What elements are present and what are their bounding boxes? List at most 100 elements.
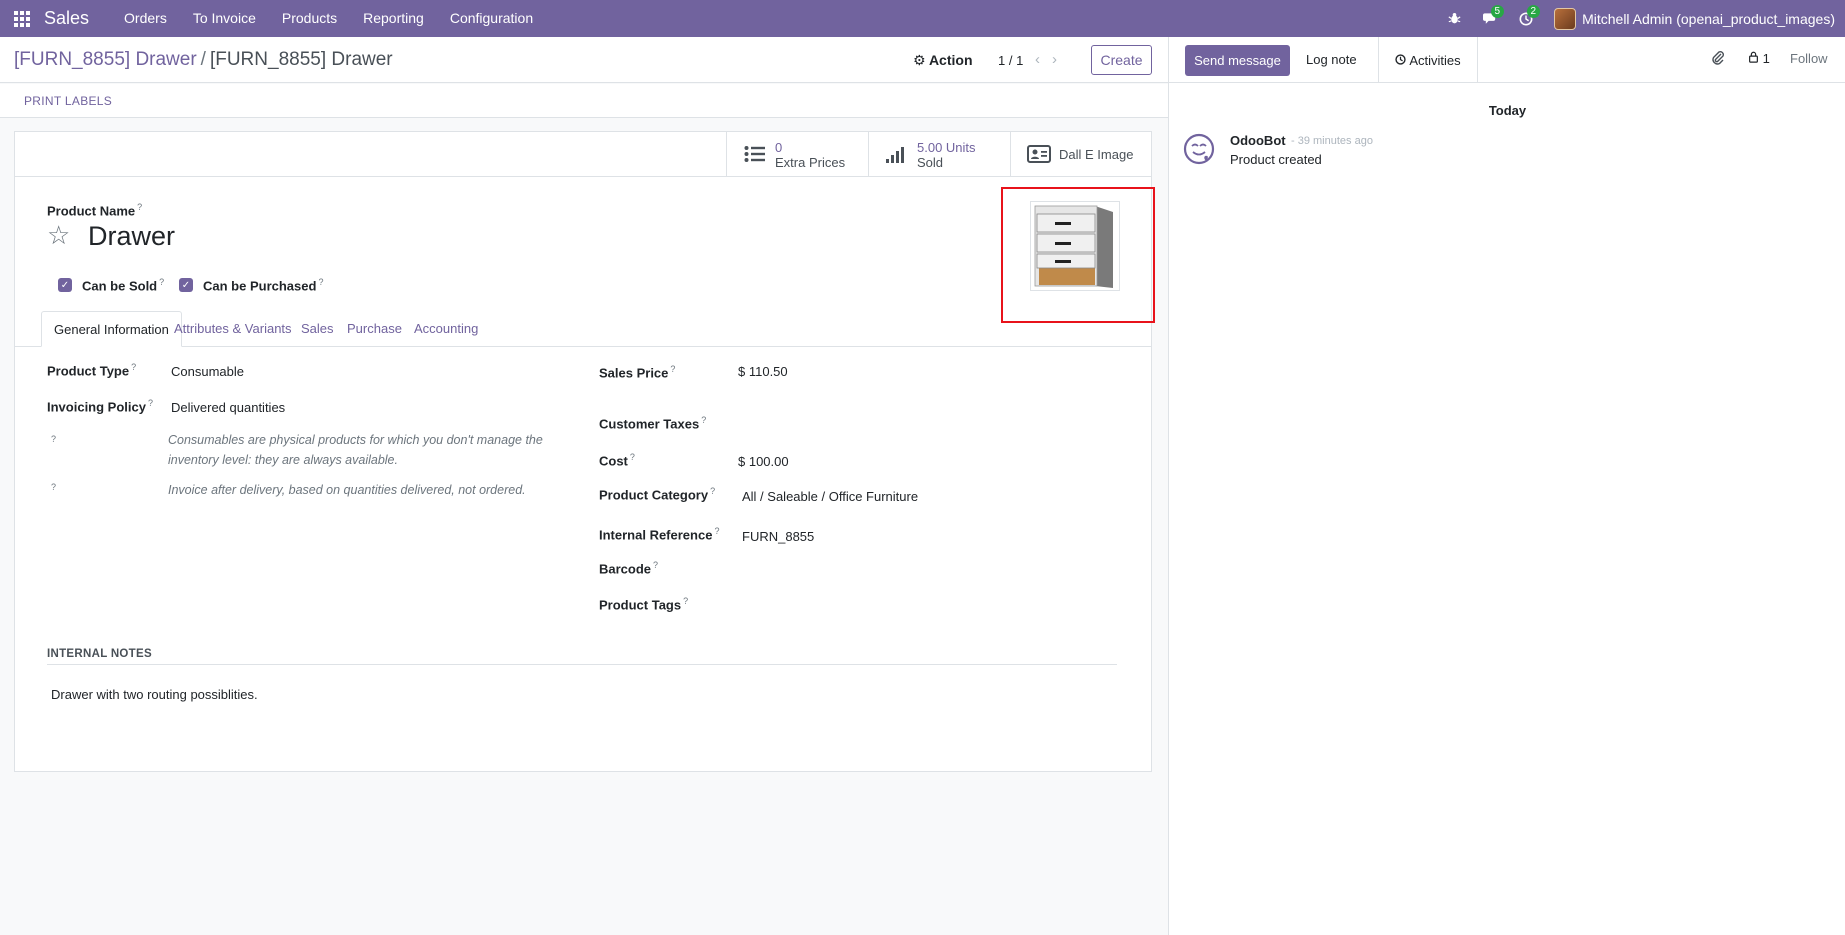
chatter-topbar: Send message Log note Activities 1 Follo… [1169, 37, 1845, 83]
list-icon [743, 145, 767, 165]
main-menu: Orders To Invoice Products Reporting Con… [111, 0, 546, 37]
help-tooltip-icon[interactable]: ? [131, 362, 136, 372]
product-name-label: Product Name? [47, 202, 142, 218]
chatter-panel: Send message Log note Activities 1 Follo… [1168, 37, 1845, 935]
notebook-tabs: General Information Attributes & Variant… [15, 311, 1151, 347]
menu-reporting[interactable]: Reporting [350, 0, 437, 37]
help-tooltip-icon[interactable]: ? [653, 560, 658, 570]
help-tooltip-icon[interactable]: ? [137, 202, 142, 212]
internal-reference-field[interactable]: FURN_8855 [742, 529, 814, 544]
help-tooltip-icon[interactable]: ? [318, 277, 323, 287]
help-tooltip-icon[interactable]: ? [683, 596, 688, 606]
apps-menu-icon[interactable] [0, 0, 44, 37]
product-name-field[interactable]: Drawer [88, 221, 175, 252]
log-note-button[interactable]: Log note [1306, 52, 1357, 67]
lock-icon [1748, 51, 1763, 66]
checkbox-checked-icon: ✓ [179, 278, 193, 293]
control-panel: [FURN_8855] Drawer / [FURN_8855] Drawer ⚙ … [0, 37, 1168, 83]
help-tooltip-icon[interactable]: ? [714, 526, 719, 536]
message-body: Product created [1230, 152, 1322, 167]
tab-attributes-variants[interactable]: Attributes & Variants [162, 311, 304, 347]
invoicing-policy-field[interactable]: Delivered quantities [171, 400, 285, 415]
internal-reference-label-text: Internal Reference [599, 527, 713, 543]
help-tooltip-icon[interactable]: ? [670, 364, 675, 374]
activities-button[interactable]: Activities [1378, 37, 1478, 83]
invoicing-policy-label: Invoicing Policy? [47, 398, 153, 414]
image-highlight-box [1001, 187, 1155, 323]
app-brand[interactable]: Sales [44, 8, 89, 29]
can-be-sold-checkbox[interactable]: ✓ Can be Sold? [58, 277, 164, 293]
smart-button-box: 0 Extra Prices 5.00 Units Sold Dall E Imag… [15, 132, 1151, 177]
help-tooltip-icon[interactable]: ? [630, 452, 635, 462]
debug-bug-icon[interactable] [1436, 0, 1472, 37]
favorite-star-icon[interactable]: ☆ [47, 222, 70, 248]
send-message-button[interactable]: Send message [1185, 45, 1290, 76]
extra-prices-button[interactable]: 0 Extra Prices [726, 132, 868, 177]
product-category-field[interactable]: All / Saleable / Office Furniture [742, 489, 918, 504]
tab-accounting[interactable]: Accounting [402, 311, 490, 347]
help-tooltip-icon[interactable]: ? [159, 277, 164, 287]
invoice-help-text: Invoice after delivery, based on quantit… [168, 483, 526, 497]
messages-icon[interactable]: 5 [1472, 0, 1508, 37]
product-category-label-text: Product Category [599, 487, 709, 503]
tab-general-information[interactable]: General Information [41, 311, 182, 347]
checkbox-checked-icon: ✓ [58, 278, 72, 293]
activities-badge: 2 [1526, 5, 1541, 18]
help-tooltip-icon[interactable]: ? [148, 398, 153, 408]
create-button[interactable]: Create [1091, 45, 1152, 75]
followers-count: 1 [1762, 51, 1770, 66]
menu-products[interactable]: Products [269, 0, 350, 37]
help-tooltip-icon[interactable]: ? [710, 486, 715, 496]
units-sold-value: 5.00 Units [917, 139, 976, 155]
chevron-right-icon[interactable]: › [1052, 51, 1057, 68]
menu-orders[interactable]: Orders [111, 0, 180, 37]
help-tooltip-icon[interactable]: ? [51, 434, 56, 444]
can-be-sold-label: Can be Sold [82, 278, 158, 294]
help-tooltip-icon[interactable]: ? [51, 482, 56, 492]
units-sold-button[interactable]: 5.00 Units Sold [868, 132, 1010, 177]
chevron-left-icon[interactable]: ‹ [1035, 51, 1040, 68]
status-bar: PRINT LABELS [0, 84, 1168, 118]
menu-configuration[interactable]: Configuration [437, 0, 546, 37]
internal-notes-field[interactable]: Drawer with two routing possiblities. [51, 687, 258, 702]
cost-label: Cost? [599, 452, 635, 468]
sales-price-label: Sales Price? [599, 364, 675, 380]
product-type-field[interactable]: Consumable [171, 364, 244, 379]
units-sold-label: Sold [917, 154, 944, 170]
product-name-label-text: Product Name [47, 203, 136, 219]
signal-bars-icon [885, 145, 909, 165]
help-tooltip-icon[interactable]: ? [701, 415, 706, 425]
paperclip-icon[interactable] [1711, 50, 1725, 70]
menu-to-invoice[interactable]: To Invoice [180, 0, 269, 37]
systray: 5 2 Mitchell Admin (openai_product_image… [1436, 0, 1845, 37]
date-separator: Today [1488, 103, 1527, 118]
product-type-label: Product Type? [47, 362, 136, 378]
dalle-image-button[interactable]: Dall E Image [1010, 132, 1151, 177]
breadcrumb: [FURN_8855] Drawer / [FURN_8855] Drawer [14, 49, 393, 71]
can-be-purchased-checkbox[interactable]: ✓ Can be Purchased? [179, 277, 323, 293]
user-name: Mitchell Admin (openai_product_images) [1582, 10, 1835, 27]
extra-prices-label: Extra Prices [775, 154, 846, 170]
top-navbar: Sales Orders To Invoice Products Reporti… [0, 0, 1845, 37]
user-menu[interactable]: Mitchell Admin (openai_product_images) [1544, 7, 1835, 30]
cost-field[interactable]: $ 100.00 [738, 454, 789, 469]
activities-clock-icon[interactable]: 2 [1508, 0, 1544, 37]
print-labels-button[interactable]: PRINT LABELS [24, 94, 112, 108]
product-tags-label: Product Tags? [599, 596, 688, 612]
gear-icon: ⚙ [913, 52, 926, 68]
id-card-icon [1027, 144, 1051, 165]
sales-price-field[interactable]: $ 110.50 [738, 364, 788, 379]
breadcrumb-parent[interactable]: [FURN_8855] Drawer [14, 49, 197, 70]
action-label: Action [928, 52, 973, 68]
clock-icon [1395, 53, 1406, 68]
follow-button[interactable]: Follow [1790, 51, 1828, 66]
form-sheet: 0 Extra Prices 5.00 Units Sold Dall E Imag… [14, 131, 1155, 772]
activities-label: Activities [1409, 52, 1461, 68]
message-author[interactable]: OdooBot [1230, 133, 1286, 148]
pager-value[interactable]: 1 / 1 [998, 53, 1023, 68]
dalle-image-label: Dall E Image [1059, 147, 1134, 162]
followers-button[interactable]: 1 [1748, 51, 1770, 66]
internal-reference-label: Internal Reference? [599, 526, 719, 542]
user-avatar [1554, 7, 1577, 30]
action-button[interactable]: ⚙ Action [913, 52, 973, 69]
